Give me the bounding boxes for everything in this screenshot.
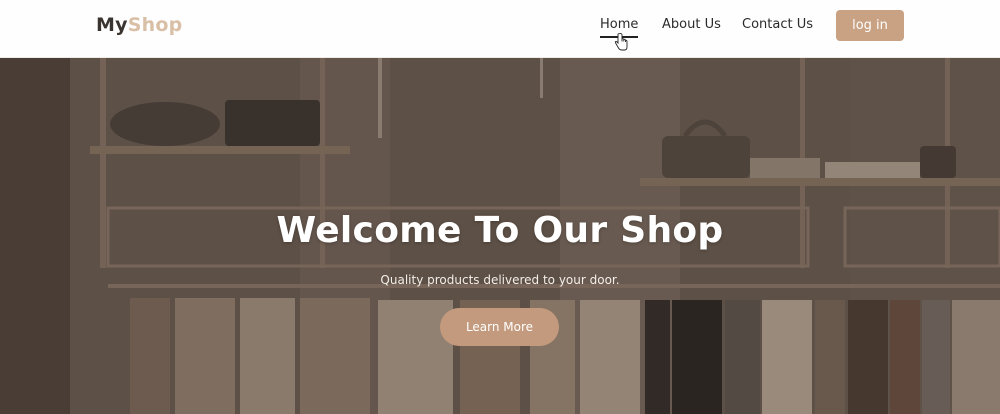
nav-link-about-us[interactable]: About Us bbox=[662, 17, 721, 32]
logo-text-shop: Shop bbox=[127, 14, 183, 36]
nav-link-home[interactable]: Home bbox=[600, 17, 639, 38]
logo[interactable]: MyShop bbox=[96, 14, 182, 36]
hero-section: Welcome To Our Shop Quality products del… bbox=[0, 58, 1000, 414]
nav-link-contact-us[interactable]: Contact Us bbox=[742, 17, 813, 32]
logo-text-my: My bbox=[96, 14, 128, 36]
hero-subtitle: Quality products delivered to your door. bbox=[380, 273, 620, 287]
hand-pointer-cursor-icon bbox=[614, 33, 628, 51]
navbar: MyShop Home About Us Contact Us log in bbox=[0, 0, 1000, 58]
learn-more-button[interactable]: Learn More bbox=[440, 308, 559, 346]
login-button[interactable]: log in bbox=[836, 10, 904, 41]
hero-title: Welcome To Our Shop bbox=[276, 210, 724, 251]
